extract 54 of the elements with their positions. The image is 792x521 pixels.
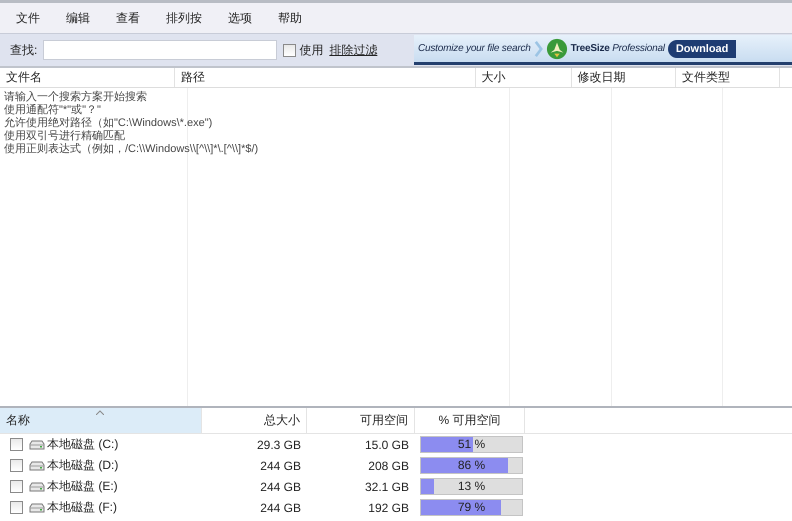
hint-text: 使用通配符"*"或"？" — [4, 104, 101, 117]
column-header[interactable]: 名称 — [0, 408, 202, 433]
product-name: TreeSize Professional — [570, 43, 665, 54]
table-cell-text: 15.0 GB — [364, 438, 410, 452]
table-cell-text: 244 GB — [259, 458, 302, 472]
disk-drive-icon — [29, 502, 45, 512]
drive-name: 本地磁盘 (E:) — [47, 478, 118, 495]
disk-drive-icon — [29, 440, 45, 450]
percent-text: 51 % — [456, 437, 486, 452]
table-cell-text: 244 GB — [259, 480, 302, 494]
search-field[interactable] — [43, 40, 278, 60]
checkbox[interactable] — [10, 501, 23, 514]
checkbox[interactable] — [10, 459, 23, 472]
menu-item[interactable]: 帮助 — [270, 10, 310, 26]
menu-item[interactable]: 编辑 — [58, 10, 98, 26]
table-cell-text: 244 GB — [259, 500, 302, 514]
menu-item[interactable]: 排列按 — [158, 10, 210, 26]
column-header[interactable]: 可用空间 — [307, 408, 415, 433]
menu-item[interactable]: 选项 — [220, 10, 260, 26]
drive-name: 本地磁盘 (D:) — [47, 457, 118, 474]
menu-item[interactable]: 查看 — [108, 10, 148, 26]
percent-text: 86 % — [456, 458, 486, 473]
column-header[interactable]: 大小 — [476, 68, 572, 87]
filter-link[interactable]: 排除过滤 — [329, 42, 378, 58]
banner-tagline[interactable]: Customize your file search — [418, 43, 531, 54]
column-header[interactable]: 总大小 — [202, 408, 307, 433]
hint-text: 使用双引号进行精确匹配 — [4, 130, 125, 143]
table-cell-text: 208 GB — [367, 458, 410, 472]
column-header[interactable]: % 可用空间 — [415, 408, 525, 433]
tree-logo-icon — [546, 38, 568, 60]
table-cell-text: 32.1 GB — [364, 480, 410, 494]
download-button[interactable]: Download — [668, 40, 736, 58]
hint-text: 请输入一个搜索方案开始搜索 — [4, 91, 147, 104]
table-cell-text: 29.3 GB — [256, 438, 302, 452]
column-header[interactable]: 路径 — [174, 68, 476, 87]
disk-drive-icon — [29, 482, 45, 492]
checkbox[interactable] — [283, 44, 296, 56]
drive-name: 本地磁盘 (F:) — [47, 499, 117, 516]
hint-text: 使用正则表达式（例如，/C:\\Windows\\[^\\]*\.[^\\]*$/) — [4, 143, 258, 156]
disk-drive-icon — [29, 460, 45, 470]
column-header[interactable]: 文件类型 — [676, 68, 780, 87]
percent-text: 13 % — [456, 479, 486, 494]
checkbox[interactable] — [10, 480, 23, 493]
hint-text: 允许使用绝对路径（如"C:\Windows\*.exe") — [4, 117, 212, 130]
menu-item[interactable]: 文件 — [8, 10, 48, 26]
checkbox-label: 使用 — [299, 42, 324, 58]
chevron-icon — [534, 40, 543, 58]
column-header[interactable]: 修改日期 — [572, 68, 676, 87]
drive-name: 本地磁盘 (C:) — [47, 436, 118, 453]
checkbox[interactable] — [10, 438, 23, 451]
column-header[interactable]: 文件名 — [0, 68, 175, 87]
table-cell-text: 192 GB — [367, 500, 410, 514]
search-label: 查找: — [10, 42, 38, 58]
percent-text: 79 % — [456, 500, 486, 515]
